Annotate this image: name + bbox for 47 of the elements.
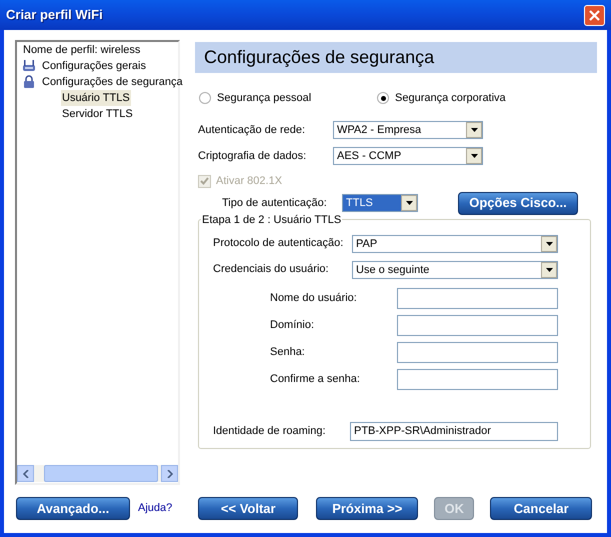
tree-item[interactable]: Nome de perfil: wireless xyxy=(22,42,142,58)
input-field[interactable] xyxy=(397,288,558,308)
dialog-button[interactable]: << Voltar xyxy=(198,497,298,520)
checkbox-label: Ativar 802.1X xyxy=(216,174,282,189)
dropdown[interactable]: WPA2 - Empresa xyxy=(333,121,483,139)
scroll-left-icon[interactable] xyxy=(17,465,34,482)
dialog-button[interactable]: Avançado... xyxy=(16,497,130,520)
scroll-thumb[interactable] xyxy=(44,465,158,482)
close-icon xyxy=(589,10,600,20)
help-link[interactable]: Ajuda? xyxy=(138,500,172,517)
tree-item[interactable]: Configurações de segurança xyxy=(41,74,184,90)
lock-icon xyxy=(22,75,36,89)
radio-label: Segurança pessoal xyxy=(217,90,312,106)
horizontal-scrollbar[interactable] xyxy=(17,465,178,482)
radio-label: Segurança corporativa xyxy=(395,90,506,106)
section-header: Configurações de segurança xyxy=(195,42,597,73)
radio-button[interactable] xyxy=(377,92,389,104)
dropdown[interactable]: AES - CCMP xyxy=(333,147,483,165)
tree-item[interactable]: Configurações gerais xyxy=(41,58,147,74)
input-field[interactable]: PTB-XPP-SR\Administrador xyxy=(350,422,558,440)
radio-button[interactable] xyxy=(199,92,211,104)
dropdown[interactable]: PAP xyxy=(352,234,558,252)
dropdown[interactable]: TTLS xyxy=(342,194,418,212)
field-label: Autenticação de rede: xyxy=(198,122,306,138)
field-label: Confirme a senha: xyxy=(270,372,361,387)
input-field[interactable] xyxy=(397,342,558,362)
input-field[interactable] xyxy=(397,314,558,336)
field-label: Nome do usuário: xyxy=(270,290,358,306)
dialog-button[interactable]: Cancelar xyxy=(490,497,592,520)
tree-item[interactable]: Servidor TTLS xyxy=(61,106,134,122)
field-label: Senha: xyxy=(270,344,306,360)
router-icon xyxy=(22,59,36,73)
field-label: Protocolo de autenticação: xyxy=(213,236,344,252)
group-title: Etapa 1 de 2 : Usuário TTLS xyxy=(201,212,342,228)
window-title: Criar perfil WiFi xyxy=(6,6,103,24)
field-label: Domínio: xyxy=(270,318,316,333)
scroll-right-icon[interactable] xyxy=(161,465,178,482)
field-label: Tipo de autenticação: xyxy=(222,196,328,211)
dialog-button[interactable]: Próxima >> xyxy=(316,497,418,520)
close-button[interactable] xyxy=(584,4,605,26)
cisco-options-button[interactable]: Opções Cisco... xyxy=(458,192,578,214)
input-field[interactable] xyxy=(397,368,558,390)
tree-item[interactable]: Usuário TTLS xyxy=(61,90,131,106)
field-label: Credenciais do usuário: xyxy=(213,262,330,278)
field-label: Criptografia de dados: xyxy=(198,148,308,164)
dropdown[interactable]: Use o seguinte xyxy=(352,260,558,278)
field-label: Identidade de roaming: xyxy=(213,424,327,439)
